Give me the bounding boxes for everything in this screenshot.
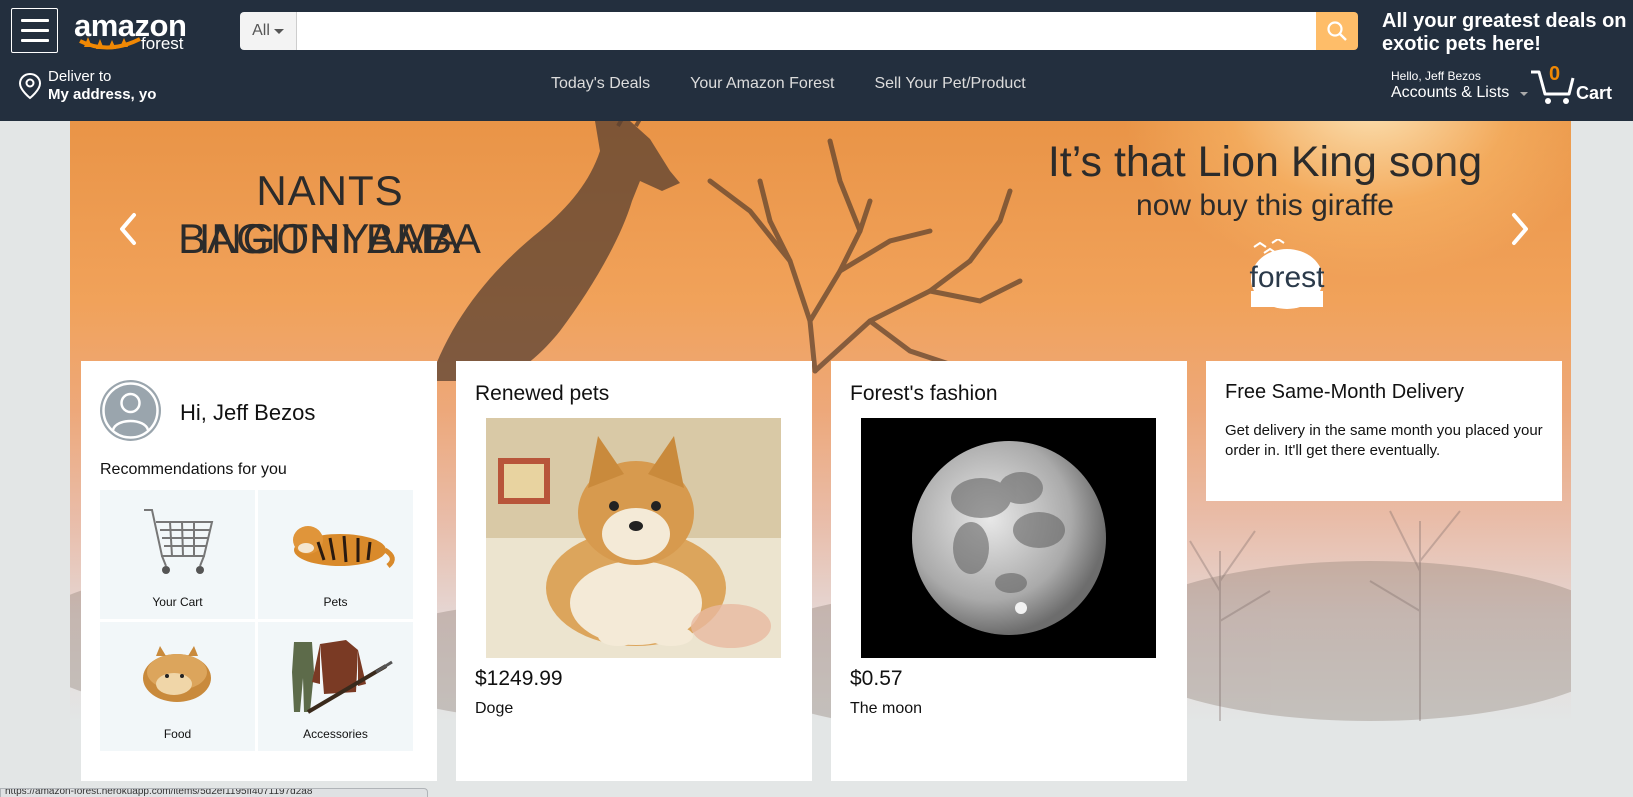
forest-logo-text: forest xyxy=(1249,261,1325,294)
tiger-image xyxy=(293,526,395,568)
product-name[interactable]: Doge xyxy=(475,700,513,718)
chevron-down-icon xyxy=(1520,92,1528,96)
product-price: $0.57 xyxy=(850,667,903,690)
greeting-name: Hi, Jeff Bezos xyxy=(180,400,316,425)
search-input[interactable] xyxy=(297,12,1316,50)
recommendation-tile-pets[interactable]: Pets xyxy=(258,490,413,619)
forests-fashion-card: Forest's fashion $0.57 The moon xyxy=(831,361,1187,781)
hunting-gear-image xyxy=(292,640,393,714)
product-price: $1249.99 xyxy=(475,667,563,690)
product-name[interactable]: The moon xyxy=(850,700,922,718)
tile-label: Pets xyxy=(323,595,348,609)
cart-label: Cart xyxy=(1576,83,1613,103)
chevron-down-icon xyxy=(273,28,284,34)
recommendation-tile-accessories[interactable]: Accessories xyxy=(258,622,413,751)
nav-link-sell[interactable]: Sell Your Pet/Product xyxy=(874,75,1025,93)
location-pin-icon xyxy=(18,72,42,100)
deliver-address: My address, yo xyxy=(48,86,157,103)
search-button[interactable] xyxy=(1316,12,1358,50)
search-bar: All xyxy=(240,12,1358,50)
nav-link-your-amazon-forest[interactable]: Your Amazon Forest xyxy=(690,75,834,93)
hamburger-menu-button[interactable] xyxy=(11,8,58,53)
shopping-cart-image xyxy=(144,509,214,574)
cart-count: 0 xyxy=(1549,63,1561,85)
card-body: Get delivery in the same month you place… xyxy=(1225,422,1543,459)
tile-label: Food xyxy=(163,727,192,741)
nav-links: Today's Deals Your Amazon Forest Sell Yo… xyxy=(551,75,1026,93)
forest-logo: forest xyxy=(1242,237,1332,314)
site-logo[interactable]: amazon forest xyxy=(74,8,204,54)
renewed-pets-card: Renewed pets $1249.99 Doge xyxy=(456,361,812,781)
deliver-label: Deliver to xyxy=(48,68,112,85)
search-category-select[interactable]: All xyxy=(240,12,297,50)
hero-left-line2: BAGITHI BABA xyxy=(178,215,482,262)
cart-button[interactable]: 0 Cart xyxy=(1529,63,1629,106)
top-navigation-bar: amazon forest All All your greatest deal… xyxy=(0,0,1633,121)
card-title: Forest's fashion xyxy=(850,382,998,405)
greeting-card: Hi, Jeff Bezos Recommendations for you Y… xyxy=(81,361,437,781)
recommendation-tile-food[interactable]: Food xyxy=(100,622,255,751)
recommendations-title: Recommendations for you xyxy=(100,461,287,478)
product-image-moon[interactable] xyxy=(861,418,1156,658)
search-icon xyxy=(1327,21,1347,41)
account-menu[interactable]: Hello, Jeff Bezos Accounts & Lists xyxy=(1391,69,1528,102)
browser-status-bar: https://amazon-forest.herokuapp.com/item… xyxy=(0,788,428,797)
hamburger-icon xyxy=(20,19,49,22)
doge-image xyxy=(486,418,781,658)
hero-headline: It’s that Lion King song xyxy=(1047,138,1483,186)
product-image-doge[interactable] xyxy=(486,418,781,658)
account-lists-label: Accounts & Lists xyxy=(1391,84,1510,101)
free-delivery-card: Free Same-Month Delivery Get delivery in… xyxy=(1206,361,1562,501)
tile-label: Your Cart xyxy=(152,595,203,609)
recommendation-tile-your-cart[interactable]: Your Cart xyxy=(100,490,255,619)
chevron-right-icon xyxy=(1512,213,1528,245)
moon-image xyxy=(861,418,1156,658)
account-greeting: Hello, Jeff Bezos xyxy=(1391,69,1481,83)
card-title: Renewed pets xyxy=(475,382,610,405)
deliver-to-location[interactable]: Deliver to My address, yo xyxy=(18,66,156,106)
user-avatar-icon[interactable] xyxy=(100,380,161,441)
bread-doge-image xyxy=(143,646,211,702)
logo-smile-forest-icon xyxy=(79,37,141,50)
promo-text: All your greatest deals on exotic pets h… xyxy=(1382,10,1627,55)
tile-label: Accessories xyxy=(303,727,368,741)
card-title: Free Same-Month Delivery xyxy=(1225,381,1464,403)
status-url: https://amazon-forest.herokuapp.com/item… xyxy=(5,788,313,797)
carousel-next-button[interactable] xyxy=(1498,199,1542,259)
hero-subheadline: now buy this giraffe xyxy=(1136,189,1394,222)
logo-subtitle: forest xyxy=(141,34,184,53)
nav-link-todays-deals[interactable]: Today's Deals xyxy=(551,75,650,93)
